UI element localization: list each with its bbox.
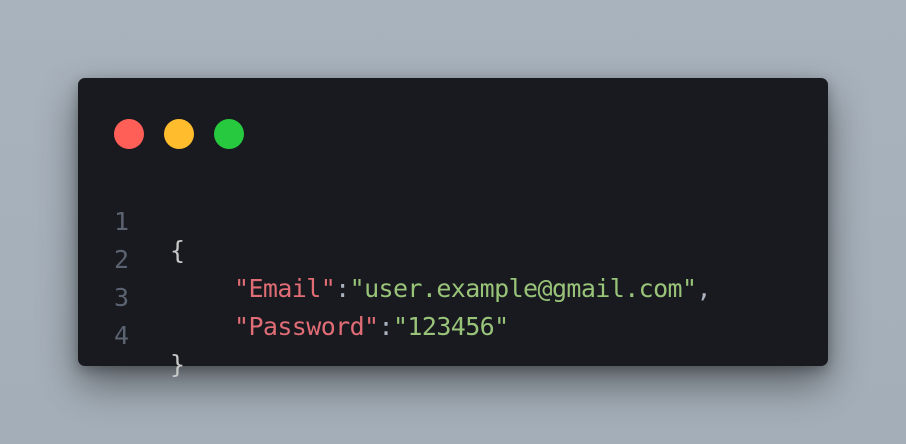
code-line: 4 } bbox=[78, 292, 185, 379]
json-key: "Email" bbox=[234, 274, 336, 303]
code-line-content: "Email":"user.example@gmail.com", bbox=[234, 274, 712, 303]
json-value: "user.example@gmail.com" bbox=[349, 274, 697, 303]
close-brace: } bbox=[170, 350, 185, 379]
minimize-dot-icon[interactable] bbox=[164, 119, 194, 149]
json-comma: , bbox=[696, 274, 711, 303]
json-key: "Password" bbox=[234, 312, 379, 341]
code-line-content: "Password":"123456" bbox=[234, 312, 509, 341]
code-line: 2 "Email":"user.example@gmail.com", bbox=[78, 216, 712, 303]
code-line: 1 { bbox=[78, 178, 185, 265]
maximize-dot-icon[interactable] bbox=[214, 119, 244, 149]
json-value: "123456" bbox=[392, 312, 509, 341]
json-colon: : bbox=[335, 274, 350, 303]
code-window: 1 { 2 "Email":"user.example@gmail.com", … bbox=[78, 78, 828, 379]
open-brace: { bbox=[170, 236, 185, 265]
code-line: 3 "Password":"123456" bbox=[78, 254, 509, 341]
json-colon: : bbox=[378, 312, 394, 341]
line-number: 4 bbox=[114, 321, 129, 350]
close-dot-icon[interactable] bbox=[114, 119, 144, 149]
